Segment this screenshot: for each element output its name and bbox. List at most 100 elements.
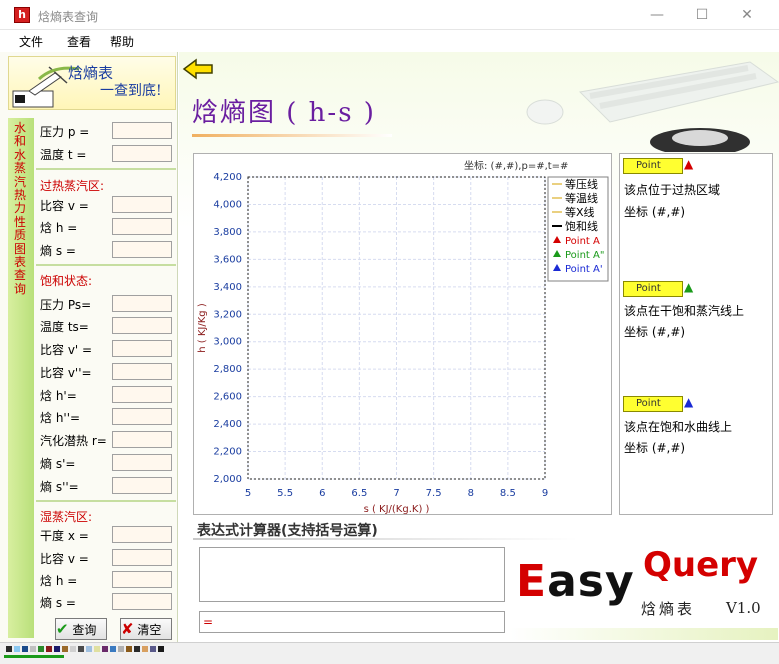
y-tick-label: 3,400 <box>213 282 242 293</box>
back-arrow-icon[interactable] <box>182 58 214 80</box>
point-a-description: 该点位于过热区域 <box>624 183 721 197</box>
point-a2-coordinates: 坐标 (#,#) <box>624 325 686 339</box>
x-tick-label: 6 <box>319 488 325 499</box>
x-tick-label: 9 <box>542 488 548 499</box>
y-tick-label: 2,600 <box>213 392 242 403</box>
latent-heat-label: 汽化潜热 r= <box>40 434 107 448</box>
title-underline <box>192 134 392 137</box>
ts-field[interactable] <box>112 317 172 334</box>
section-divider <box>36 500 176 502</box>
y-tick-label: 3,800 <box>213 227 242 238</box>
calculator-title: 表达式计算器(支持括号运算) <box>197 523 378 539</box>
point-a1-badge: Point <box>623 396 683 412</box>
dryness-input[interactable] <box>112 526 172 543</box>
brand-subtitle: 焓熵表 <box>641 600 696 618</box>
wet-steam-header: 湿蒸汽区: <box>40 510 93 524</box>
x-tick-label: 7 <box>393 488 399 499</box>
y-tick-label: 4,200 <box>213 172 242 183</box>
expression-input[interactable] <box>199 547 505 602</box>
color-swatch <box>118 646 124 652</box>
query-button[interactable]: ✔ 查询 <box>55 618 107 640</box>
legend-label: 等压线 <box>565 177 598 191</box>
s2-label: 熵 s''= <box>40 480 79 494</box>
menu-help[interactable]: 帮助 <box>110 33 134 50</box>
enthalpy-field[interactable] <box>112 218 172 235</box>
color-swatch <box>6 646 12 652</box>
maximize-button[interactable]: ☐ <box>688 4 716 26</box>
menu-view[interactable]: 查看 <box>67 33 91 50</box>
logo-slogan: 一查到底! <box>100 83 162 99</box>
hs-chart[interactable]: 5 5.5 6 6.5 7 7.5 8 8.5 9 2,000 2,200 2,400 2,600 2,8… <box>193 153 612 515</box>
x-tick-label: 8 <box>468 488 474 499</box>
legend-label: Point A" <box>565 250 604 261</box>
v1-field[interactable] <box>112 340 172 357</box>
status-bar <box>0 642 779 664</box>
green-triangle-icon: ▲ <box>684 280 694 294</box>
color-swatch <box>14 646 20 652</box>
calculator-divider <box>193 538 578 540</box>
saturation-header: 饱和状态: <box>40 274 93 288</box>
y-tick-label: 2,400 <box>213 419 242 430</box>
ps-label: 压力 Ps= <box>40 298 92 312</box>
color-swatch <box>86 646 92 652</box>
s1-label: 熵 s'= <box>40 457 76 471</box>
window-title: 焓熵表查询 <box>38 10 99 24</box>
wet-enthalpy-field[interactable] <box>112 571 172 588</box>
latent-heat-field[interactable] <box>112 431 172 448</box>
pressure-label: 压力 p = <box>40 125 90 139</box>
menu-file[interactable]: 文件 <box>19 33 43 50</box>
color-swatch <box>78 646 84 652</box>
color-swatch <box>134 646 140 652</box>
entropy-field[interactable] <box>112 241 172 258</box>
wet-enthalpy-label: 焓 h = <box>40 574 78 588</box>
color-swatch <box>150 646 156 652</box>
wet-entropy-label: 熵 s = <box>40 596 76 610</box>
y-tick-label: 3,600 <box>213 254 242 265</box>
color-swatch <box>70 646 76 652</box>
v2-field[interactable] <box>112 363 172 380</box>
point-a-coordinates: 坐标 (#,#) <box>624 205 686 219</box>
y-tick-label: 2,200 <box>213 447 242 458</box>
h2-label: 焓 h''= <box>40 411 81 425</box>
wet-volume-label: 比容 v = <box>40 552 89 566</box>
minimize-button[interactable]: — <box>643 4 671 26</box>
vertical-banner-text: 水和水蒸汽热力性质图表查询 <box>14 121 27 296</box>
h2-field[interactable] <box>112 408 172 425</box>
color-swatch <box>54 646 60 652</box>
x-tick-label: 8.5 <box>500 488 516 499</box>
status-progress <box>4 655 64 658</box>
y-tick-label: 3,000 <box>213 337 242 348</box>
ts-label: 温度 ts= <box>40 320 89 334</box>
calculator-result: = <box>199 611 505 633</box>
color-swatch <box>22 646 28 652</box>
color-swatch <box>158 646 164 652</box>
clear-button[interactable]: ✘ 清空 <box>120 618 172 640</box>
h1-field[interactable] <box>112 386 172 403</box>
close-button[interactable]: ✕ <box>733 4 761 26</box>
color-swatch <box>126 646 132 652</box>
brand-query: Query <box>643 545 759 585</box>
wet-volume-field[interactable] <box>112 549 172 566</box>
color-swatch <box>46 646 52 652</box>
v1-label: 比容 v' = <box>40 343 93 357</box>
red-triangle-icon: ▲ <box>684 157 694 171</box>
s1-field[interactable] <box>112 454 172 471</box>
ps-field[interactable] <box>112 295 172 312</box>
h1-label: 焓 h'= <box>40 389 77 403</box>
section-divider <box>36 264 176 266</box>
entropy-label: 熵 s = <box>40 244 76 258</box>
y-axis-label: h ( KJ/Kg ) <box>197 303 208 353</box>
legend-label: Point A' <box>565 264 603 275</box>
specific-volume-label: 比容 v = <box>40 199 89 213</box>
wet-entropy-field[interactable] <box>112 593 172 610</box>
specific-volume-field[interactable] <box>112 196 172 213</box>
y-tick-label: 2,800 <box>213 364 242 375</box>
x-axis-label: s ( KJ/(Kg.K) ) <box>364 504 430 515</box>
temperature-input[interactable] <box>112 145 172 162</box>
s2-field[interactable] <box>112 477 172 494</box>
pressure-input[interactable] <box>112 122 172 139</box>
blue-triangle-icon: ▲ <box>684 395 694 409</box>
enthalpy-label: 焓 h = <box>40 221 78 235</box>
legend-label: Point A <box>565 236 600 247</box>
point-a2-badge: Point <box>623 281 683 297</box>
